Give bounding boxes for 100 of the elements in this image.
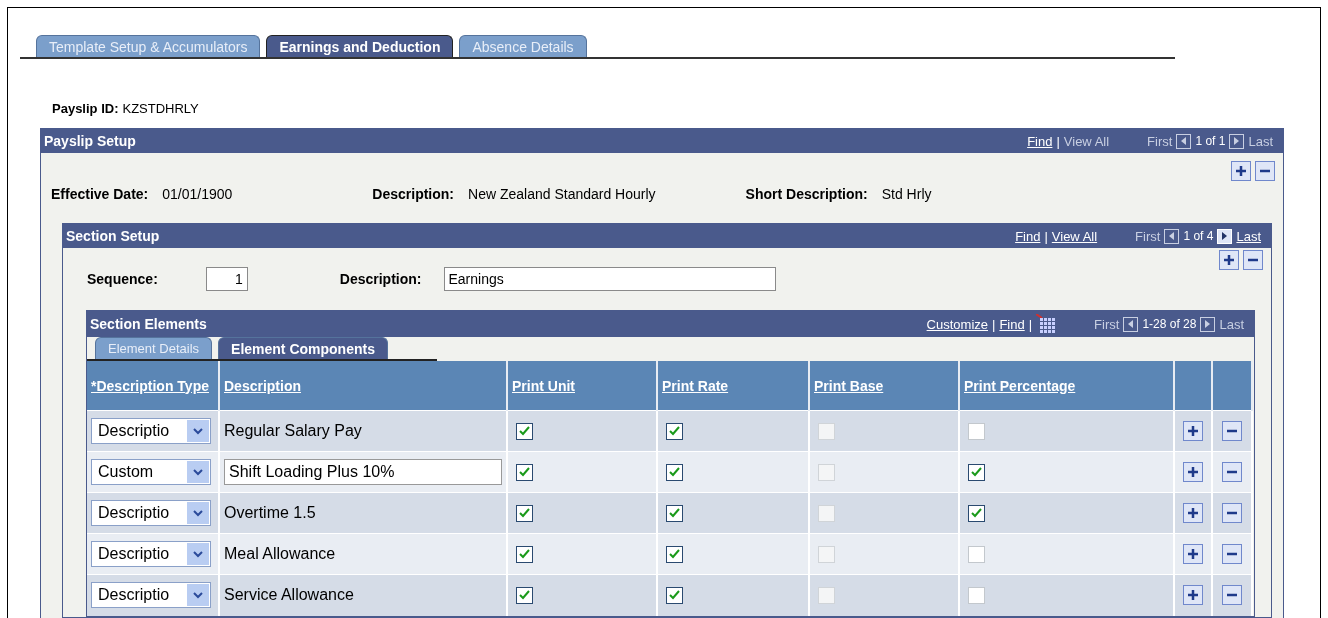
description-type-dropdown[interactable]: Descriptio bbox=[91, 418, 211, 444]
link[interactable]: Find bbox=[1015, 228, 1041, 244]
column-header[interactable]: Print Percentage bbox=[959, 361, 1174, 411]
field-value: KZSTDHRLY bbox=[122, 101, 199, 116]
previous-button[interactable] bbox=[1123, 316, 1139, 332]
delete-row-button[interactable] bbox=[1222, 585, 1242, 606]
checkbox[interactable] bbox=[516, 422, 533, 440]
field-label: Description: bbox=[372, 186, 455, 202]
previous-button[interactable] bbox=[1164, 228, 1180, 244]
link[interactable]: Customize bbox=[926, 316, 988, 332]
checkbox[interactable] bbox=[666, 463, 683, 481]
link[interactable]: View All bbox=[1051, 228, 1098, 244]
plus-icon bbox=[1223, 254, 1235, 266]
checkbox[interactable] bbox=[516, 545, 533, 563]
checkmark-icon bbox=[519, 426, 530, 436]
field-label: Payslip ID: bbox=[52, 101, 119, 116]
delete-row-button[interactable] bbox=[1222, 421, 1242, 441]
checkmark-icon bbox=[669, 549, 680, 559]
checkmark-icon bbox=[669, 508, 680, 518]
download-grid-icon[interactable] bbox=[1036, 314, 1057, 334]
left-triangle-icon bbox=[1179, 136, 1189, 146]
link[interactable]: Last bbox=[1236, 228, 1261, 244]
checkbox[interactable] bbox=[516, 463, 533, 481]
checkmark-icon bbox=[971, 508, 982, 518]
column-header[interactable]: *Description Type bbox=[87, 361, 219, 411]
disabled-link: First bbox=[1094, 316, 1120, 332]
description-type-dropdown[interactable]: Descriptio bbox=[91, 582, 211, 609]
disabled-link: First bbox=[1135, 228, 1161, 244]
column-header[interactable]: Description bbox=[219, 361, 507, 411]
checkbox[interactable] bbox=[516, 504, 533, 522]
checkmark-icon bbox=[669, 467, 680, 477]
table-cell: Overtime 1.5 bbox=[219, 492, 507, 534]
table-cell: Service Allowance bbox=[219, 574, 507, 616]
delete-row-button[interactable] bbox=[1222, 462, 1242, 482]
description-type-dropdown[interactable]: Descriptio bbox=[91, 500, 211, 526]
checkbox[interactable] bbox=[666, 586, 683, 604]
disabled-link: Last bbox=[1219, 316, 1244, 332]
column-header[interactable]: Print Base bbox=[809, 361, 959, 411]
sequence-field[interactable]: 1 bbox=[205, 267, 248, 291]
separator: | bbox=[992, 316, 996, 332]
delete-row-button[interactable] bbox=[1255, 161, 1275, 181]
checkbox[interactable] bbox=[968, 463, 985, 481]
left-triangle-icon bbox=[1126, 319, 1136, 329]
separator: | bbox=[1028, 316, 1033, 332]
checkbox[interactable] bbox=[666, 422, 683, 440]
add-row-button[interactable] bbox=[1183, 503, 1203, 523]
add-row-button[interactable] bbox=[1183, 585, 1203, 606]
plus-icon bbox=[1187, 466, 1199, 478]
checkbox[interactable] bbox=[516, 586, 533, 604]
plus-icon bbox=[1187, 548, 1199, 560]
disabled-link: Last bbox=[1248, 133, 1273, 149]
separator: | bbox=[1056, 133, 1060, 149]
checkmark-icon bbox=[519, 467, 530, 477]
add-row-button[interactable] bbox=[1183, 462, 1203, 482]
description-type-dropdown[interactable]: Descriptio bbox=[91, 541, 211, 567]
delete-row-button[interactable] bbox=[1243, 250, 1263, 270]
description-field[interactable]: Earnings bbox=[443, 267, 776, 291]
field-label: Description: bbox=[339, 271, 422, 287]
checkbox[interactable] bbox=[666, 545, 683, 563]
add-row-button[interactable] bbox=[1183, 544, 1203, 564]
column-header[interactable]: Print Unit bbox=[507, 361, 657, 411]
checkbox[interactable] bbox=[666, 504, 683, 522]
panel-title: Section Setup bbox=[66, 228, 160, 244]
checkmark-icon bbox=[971, 467, 982, 477]
chevron-down-icon bbox=[193, 468, 203, 476]
chevron-down-icon bbox=[193, 509, 203, 517]
link[interactable]: Find bbox=[999, 316, 1025, 332]
plus-icon bbox=[1187, 425, 1199, 437]
add-row-button[interactable] bbox=[1231, 161, 1251, 181]
field-value: Std Hrly bbox=[881, 186, 932, 202]
checkmark-icon bbox=[669, 590, 680, 601]
checkmark-icon bbox=[669, 426, 680, 436]
tab[interactable]: Earnings and Deduction bbox=[266, 35, 454, 57]
field-label: Effective Date: bbox=[51, 186, 149, 202]
delete-row-button[interactable] bbox=[1222, 544, 1242, 564]
tab[interactable]: Element Components bbox=[218, 337, 388, 359]
chevron-down-icon bbox=[193, 550, 203, 558]
delete-row-button[interactable] bbox=[1222, 503, 1242, 523]
field-label: Short Description: bbox=[745, 186, 868, 202]
column-header[interactable]: Print Rate bbox=[657, 361, 809, 411]
field-value: 01/01/1900 bbox=[162, 186, 233, 202]
add-row-button[interactable] bbox=[1183, 421, 1203, 441]
link[interactable]: Find bbox=[1027, 133, 1053, 149]
add-row-button[interactable] bbox=[1219, 250, 1239, 270]
field-value: New Zealand Standard Hourly bbox=[468, 186, 656, 202]
checkbox[interactable] bbox=[968, 504, 985, 522]
page-counter: 1 of 4 bbox=[1183, 229, 1214, 243]
separator: | bbox=[1044, 228, 1048, 244]
description-type-dropdown[interactable]: Custom bbox=[91, 459, 211, 485]
plus-icon bbox=[1187, 507, 1199, 519]
checkmark-icon bbox=[519, 508, 530, 518]
page-counter: 1 of 1 bbox=[1195, 134, 1226, 148]
checkmark-icon bbox=[519, 590, 530, 601]
table-cell: Meal Allowance bbox=[219, 533, 507, 575]
description-field[interactable]: Shift Loading Plus 10% bbox=[224, 459, 502, 485]
previous-button[interactable] bbox=[1176, 133, 1192, 149]
panel-title: Payslip Setup bbox=[44, 133, 136, 149]
page-counter: 1-28 of 28 bbox=[1142, 317, 1197, 331]
disabled-link: First bbox=[1147, 133, 1173, 149]
left-triangle-icon bbox=[1167, 231, 1177, 241]
